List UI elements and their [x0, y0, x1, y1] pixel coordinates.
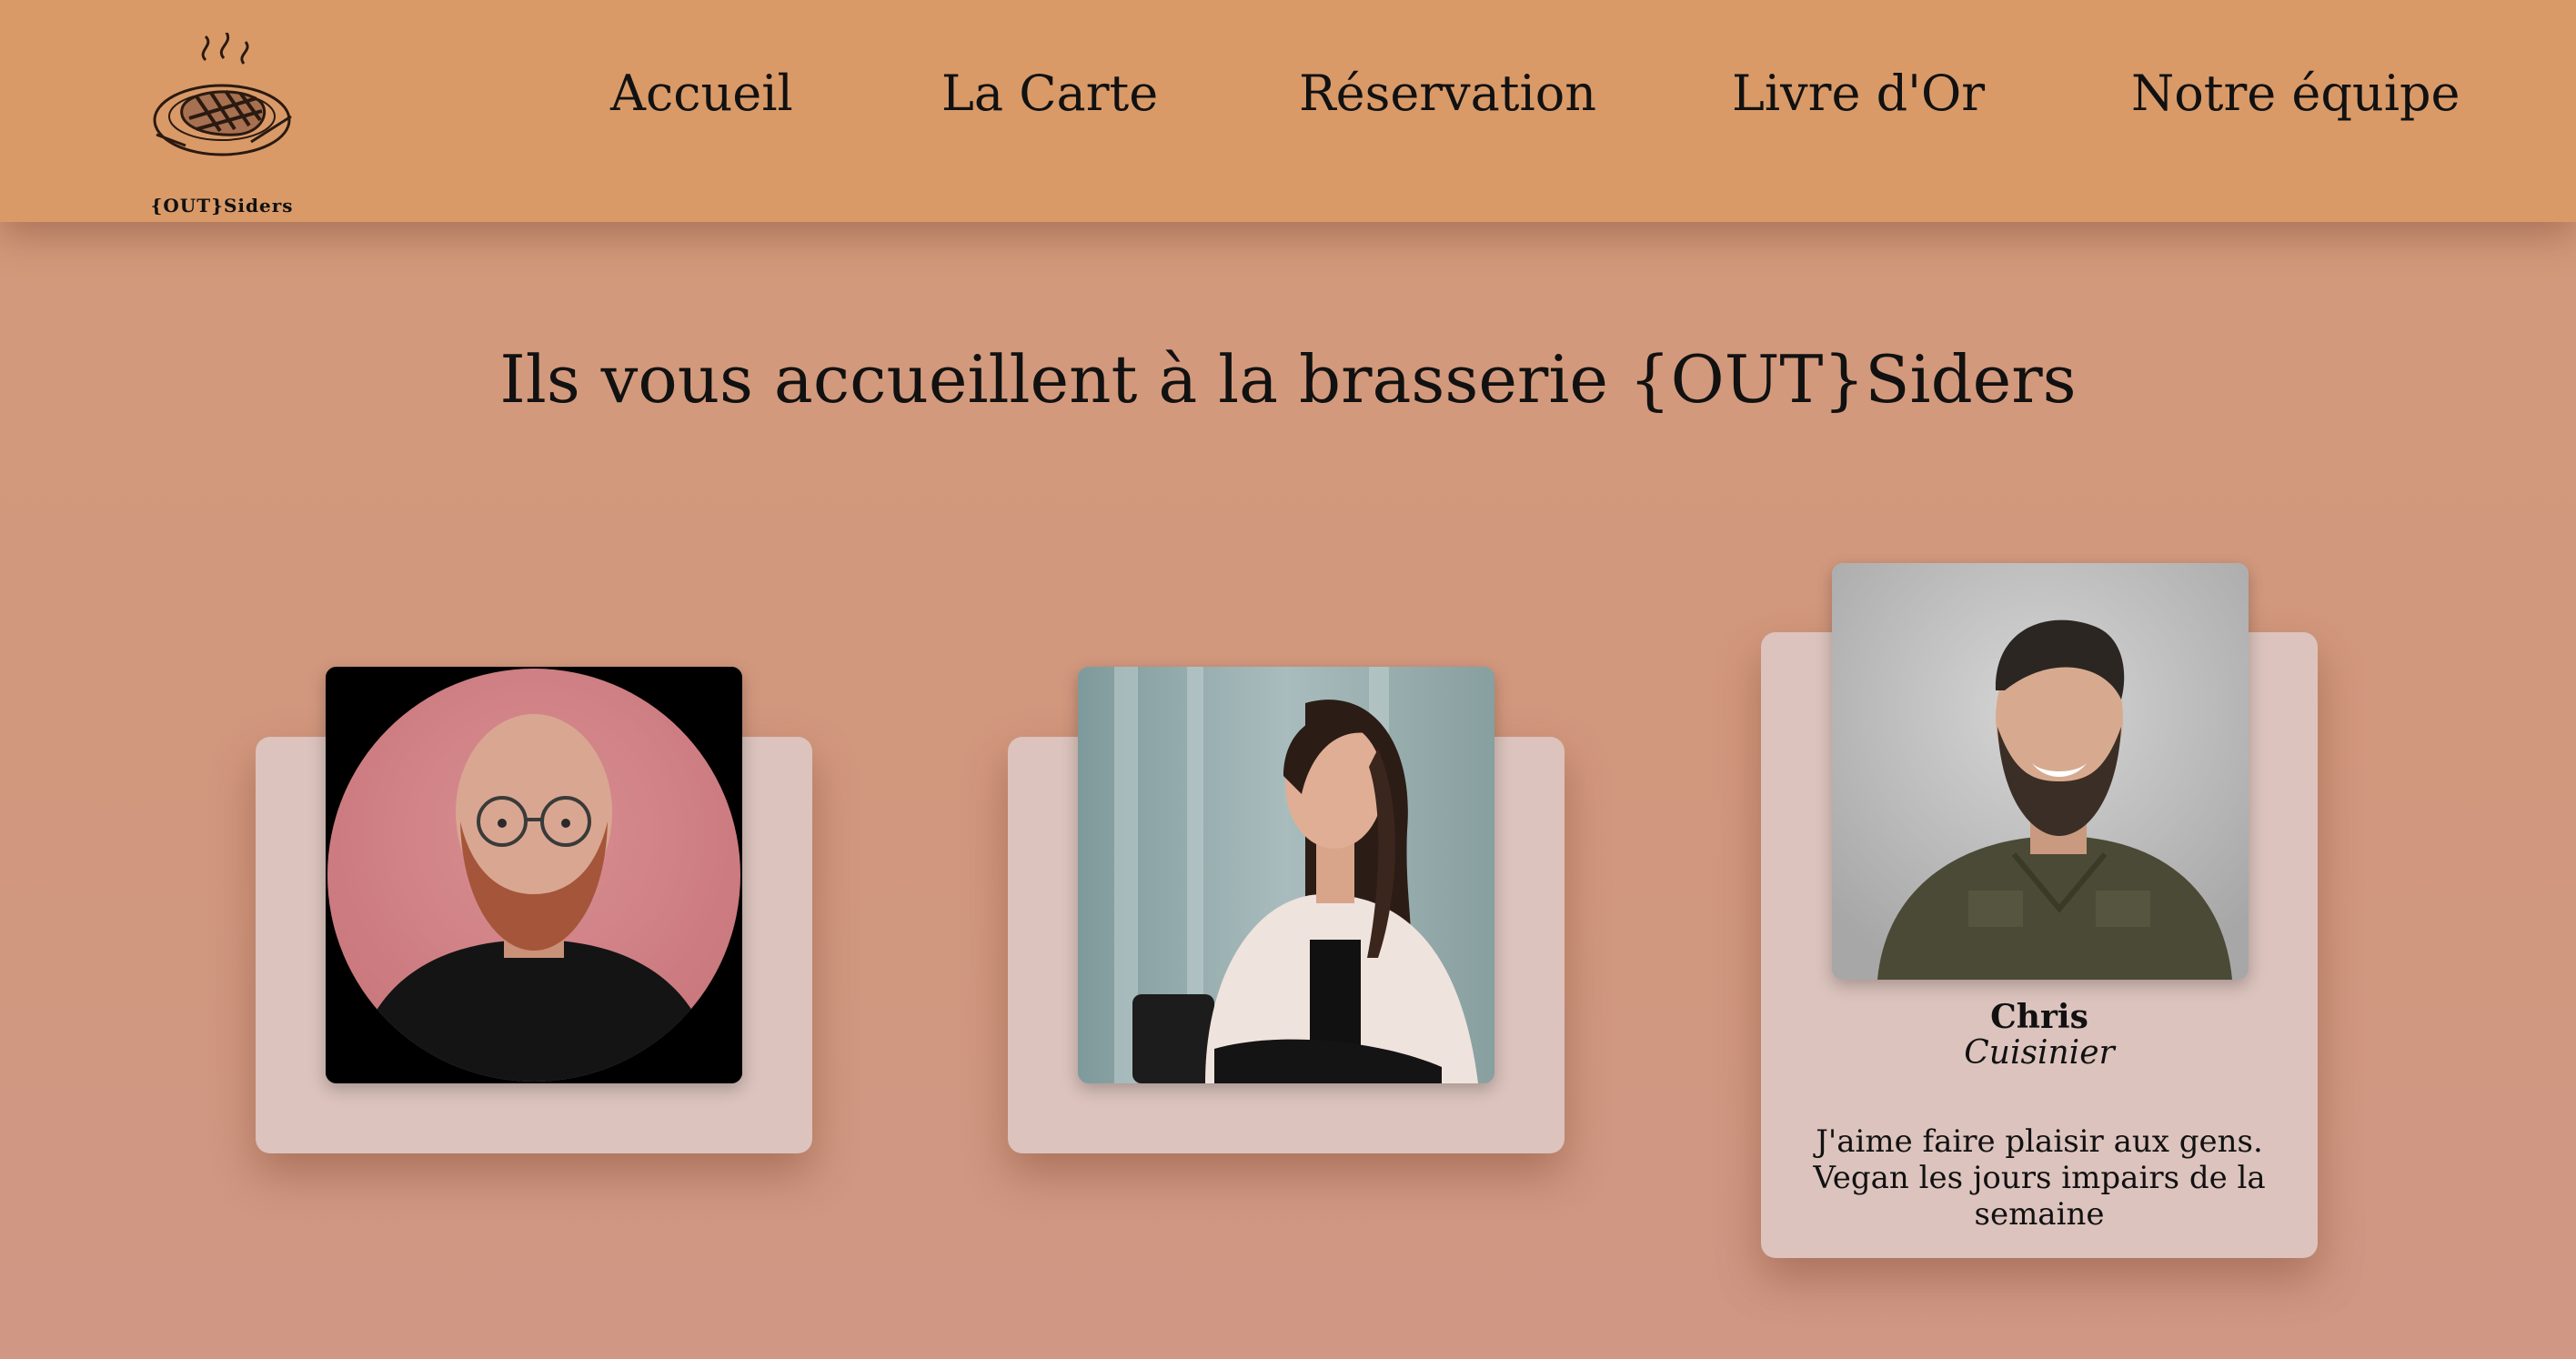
nav-item-accueil[interactable]: Accueil	[610, 62, 793, 126]
page-title: Ils vous accueillent à la brasserie {OUT…	[499, 341, 2077, 418]
site-header: {OUT}Siders Accueil La Carte Réservation…	[0, 0, 2576, 222]
brand-logo[interactable]: {OUT}Siders	[146, 33, 298, 216]
grill-logo-icon	[153, 33, 292, 156]
portrait-bald-man-glasses-icon	[326, 667, 742, 1083]
nav-item-la-carte[interactable]: La Carte	[941, 62, 1158, 126]
member-bio: J'aime faire plaisir aux gens. Vegan les…	[1813, 1123, 2266, 1233]
team-member-photo	[326, 667, 742, 1083]
nav-item-reservation[interactable]: Réservation	[1299, 62, 1596, 126]
team-member-photo	[1078, 667, 1494, 1083]
team-member-photo	[1832, 563, 2249, 980]
portrait-smiling-bearded-man-icon	[1832, 563, 2249, 980]
logo-text: {OUT}Siders	[150, 195, 294, 216]
member-name: Chris	[1990, 998, 2088, 1036]
nav-item-livre-dor[interactable]: Livre d'Or	[1732, 62, 1985, 126]
nav-item-notre-equipe[interactable]: Notre équipe	[2131, 62, 2460, 126]
member-role: Cuisinier	[1964, 1034, 2115, 1072]
portrait-woman-white-blazer-icon	[1078, 667, 1494, 1083]
